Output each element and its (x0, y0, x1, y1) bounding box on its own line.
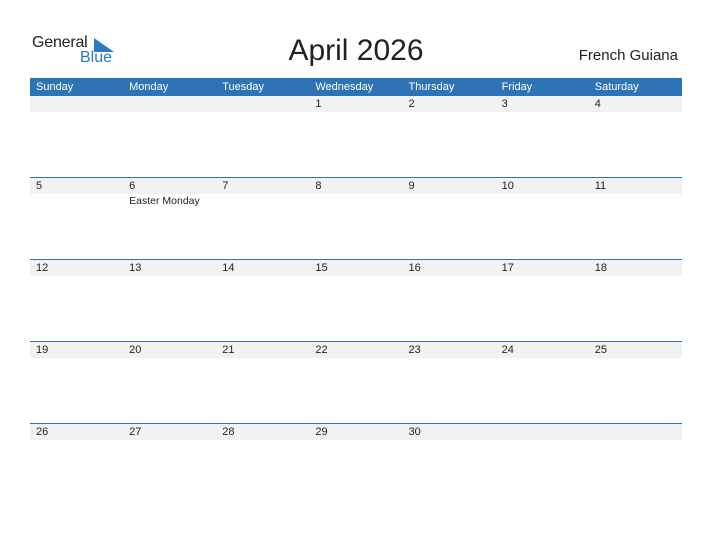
day-event (496, 276, 589, 277)
day-number: 1 (315, 98, 322, 110)
day-event (309, 358, 402, 359)
day-event (403, 276, 496, 277)
day-event (123, 358, 216, 359)
events-row (30, 440, 682, 441)
day-event (403, 440, 496, 441)
day-number: 5 (36, 180, 43, 192)
day-number: 19 (36, 344, 49, 356)
events-row (30, 358, 682, 359)
day-number: 24 (501, 344, 514, 356)
week-row: 1 2 3 4 (30, 96, 682, 177)
day-event (589, 440, 682, 441)
day-number: 13 (129, 262, 142, 274)
day-event (309, 112, 402, 113)
day-event (309, 276, 402, 277)
weekday-tuesday: Tuesday (222, 81, 265, 93)
day-number: 10 (501, 180, 514, 192)
day-number: 20 (129, 344, 142, 356)
day-number: 7 (222, 180, 229, 192)
day-event (403, 112, 496, 113)
day-number: 16 (408, 262, 421, 274)
day-event (589, 194, 682, 208)
day-event (216, 194, 309, 208)
week-row: 26 27 28 29 30 (30, 423, 682, 505)
day-number: 30 (408, 426, 421, 438)
events-row: Easter Monday (30, 194, 682, 208)
day-event (30, 358, 123, 359)
day-event (309, 194, 402, 208)
day-number (216, 96, 309, 112)
day-event (30, 440, 123, 441)
weekday-header: Sunday Monday Tuesday Wednesday Thursday… (30, 78, 682, 96)
day-event (309, 440, 402, 441)
calendar-grid: Sunday Monday Tuesday Wednesday Thursday… (30, 78, 682, 505)
day-number: 22 (315, 344, 328, 356)
date-strip: 5 6 7 8 9 10 11 (30, 178, 682, 194)
date-strip: 19 20 21 22 23 24 25 (30, 342, 682, 358)
day-number: 29 (315, 426, 328, 438)
day-number: 21 (222, 344, 235, 356)
day-event (216, 358, 309, 359)
day-number (123, 96, 216, 112)
day-event (589, 358, 682, 359)
day-number: 18 (594, 262, 607, 274)
week-row: 12 13 14 15 16 17 18 (30, 259, 682, 341)
country-label: French Guiana (578, 47, 678, 64)
day-number: 2 (408, 98, 415, 110)
day-number (30, 96, 123, 112)
weekday-saturday: Saturday (594, 81, 639, 93)
day-number: 14 (222, 262, 235, 274)
day-number: 27 (129, 426, 142, 438)
day-event (30, 112, 123, 113)
weekday-thursday: Thursday (408, 81, 455, 93)
day-number: 23 (408, 344, 421, 356)
day-number: 6 (129, 180, 136, 192)
day-event: Easter Monday (129, 195, 200, 207)
day-number: 15 (315, 262, 328, 274)
day-number: 4 (594, 98, 601, 110)
day-event (589, 276, 682, 277)
weekday-friday: Friday (501, 81, 533, 93)
day-event (216, 440, 309, 441)
day-number: 17 (501, 262, 514, 274)
day-event (123, 276, 216, 277)
day-number: 25 (594, 344, 607, 356)
events-row (30, 112, 682, 113)
day-event (30, 276, 123, 277)
date-strip: 12 13 14 15 16 17 18 (30, 260, 682, 276)
day-event (216, 276, 309, 277)
date-strip: 26 27 28 29 30 (30, 424, 682, 440)
weekday-monday: Monday (129, 81, 169, 93)
day-number (496, 424, 589, 440)
week-row: 5 6 7 8 9 10 11 Easter Monday (30, 177, 682, 259)
day-number (589, 424, 682, 440)
day-event (216, 112, 309, 113)
day-event (30, 194, 123, 208)
day-event (496, 358, 589, 359)
day-event (496, 112, 589, 113)
day-event (123, 440, 216, 441)
day-number: 11 (594, 180, 607, 192)
day-number: 28 (222, 426, 235, 438)
week-row: 19 20 21 22 23 24 25 (30, 341, 682, 423)
date-strip: 1 2 3 4 (30, 96, 682, 112)
day-number: 3 (501, 98, 508, 110)
day-event (589, 112, 682, 113)
day-number: 12 (36, 262, 49, 274)
day-number: 9 (408, 180, 415, 192)
day-number: 26 (36, 426, 49, 438)
weekday-sunday: Sunday (36, 81, 74, 93)
day-event (403, 194, 496, 208)
events-row (30, 276, 682, 277)
day-event (403, 358, 496, 359)
day-event (496, 194, 589, 208)
weekday-wednesday: Wednesday (315, 81, 374, 93)
day-event (123, 112, 216, 113)
day-event (496, 440, 589, 441)
day-number: 8 (315, 180, 322, 192)
